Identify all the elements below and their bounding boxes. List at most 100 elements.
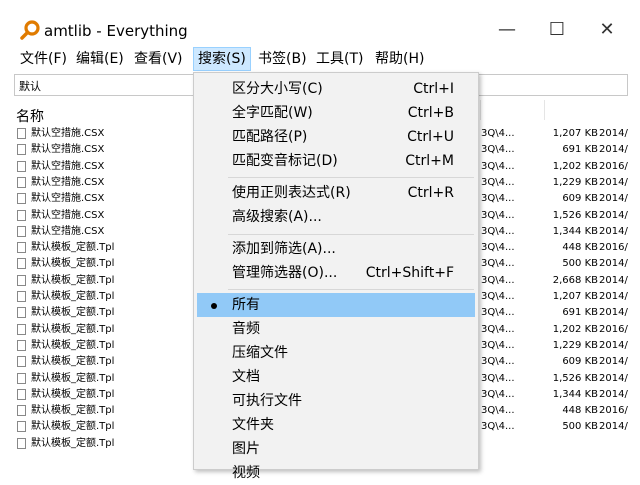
column-header-name[interactable]: 名称 <box>16 106 44 126</box>
file-icon <box>17 421 26 433</box>
menu-item-filter-folder[interactable]: 文件夹 <box>194 413 478 437</box>
file-path: 3Q\4... <box>481 421 515 433</box>
file-date: 2016/ <box>599 405 628 417</box>
file-name: 默认模板_定额.Tpl <box>31 258 115 270</box>
menu-item-filter-compressed[interactable]: 压缩文件 <box>194 341 478 365</box>
file-date: 2014/ <box>599 128 628 139</box>
file-path: 3Q\4... <box>481 128 515 139</box>
file-icon <box>17 356 26 368</box>
file-name: 默认模板_定额.Tpl <box>31 307 115 319</box>
menu-file[interactable]: 文件(F) <box>16 47 71 71</box>
menu-separator <box>228 289 474 290</box>
menu-item-filter-picture[interactable]: 图片 <box>194 437 478 461</box>
file-path: 3Q\4... <box>481 323 515 335</box>
file-date: 2014/ <box>599 307 628 319</box>
file-date: 2014/ <box>599 372 628 384</box>
column-divider[interactable] <box>544 100 545 120</box>
file-date: 2014/ <box>599 388 628 400</box>
file-name: 默认模板_定额.Tpl <box>31 437 115 449</box>
selected-bullet-icon <box>211 303 217 309</box>
menu-view[interactable]: 查看(V) <box>130 47 187 71</box>
file-size: 691 KB <box>562 307 598 319</box>
menu-item-filter-everything[interactable]: 所有 <box>197 293 475 317</box>
menu-item-filter-executable[interactable]: 可执行文件 <box>194 389 478 413</box>
file-path: 3Q\4... <box>481 176 515 188</box>
file-icon <box>17 242 26 254</box>
file-path: 3Q\4... <box>481 388 515 400</box>
file-size: 1,229 KB <box>552 339 598 351</box>
file-path: 3Q\4... <box>481 339 515 351</box>
menu-item-filter-document[interactable]: 文档 <box>194 365 478 389</box>
file-icon <box>17 339 26 351</box>
menu-item-match-case[interactable]: 区分大小写(C) Ctrl+I <box>194 77 478 101</box>
file-date: 2014/ <box>599 356 628 368</box>
menu-item-regex[interactable]: 使用正则表达式(R) Ctrl+R <box>194 181 478 205</box>
file-date: 2014/ <box>599 193 628 205</box>
file-icon <box>17 176 26 188</box>
file-name: 默认模板_定额.Tpl <box>31 242 115 254</box>
file-date: 2014/ <box>599 144 628 156</box>
file-size: 1,207 KB <box>552 128 598 139</box>
minimize-button[interactable]: — <box>487 18 527 42</box>
file-size: 691 KB <box>562 144 598 156</box>
menu-help[interactable]: 帮助(H) <box>371 47 428 71</box>
file-date: 2014/ <box>599 209 628 221</box>
file-size: 1,207 KB <box>552 291 598 302</box>
file-name: 默认模板_定额.Tpl <box>31 274 115 286</box>
file-path: 3Q\4... <box>481 291 515 302</box>
file-name: 默认模板_定额.Tpl <box>31 405 115 417</box>
file-icon <box>17 209 26 221</box>
file-icon <box>17 225 26 237</box>
menu-separator <box>228 234 474 235</box>
file-name: 默认模板_定额.Tpl <box>31 291 115 302</box>
file-icon <box>17 258 26 270</box>
menu-item-add-to-filters[interactable]: 添加到筛选(A)... <box>194 237 478 261</box>
file-icon <box>17 291 26 302</box>
file-size: 1,344 KB <box>552 225 598 237</box>
file-name: 默认模板_定额.Tpl <box>31 372 115 384</box>
file-name: 默认模板_定额.Tpl <box>31 356 115 368</box>
file-icon <box>17 307 26 319</box>
menu-item-organize-filters[interactable]: 管理筛选器(O)... Ctrl+Shift+F <box>194 261 478 285</box>
column-divider[interactable] <box>480 100 481 120</box>
file-date: 2014/ <box>599 225 628 237</box>
file-name: 默认空措施.CSX <box>31 225 105 237</box>
file-date: 2014/ <box>599 274 628 286</box>
menu-bar: 文件(F) 编辑(E) 查看(V) 搜索(S) 书签(B) 工具(T) 帮助(H… <box>0 47 640 71</box>
menu-bookmarks[interactable]: 书签(B) <box>254 47 311 71</box>
file-name: 默认模板_定额.Tpl <box>31 388 115 400</box>
file-name: 默认空措施.CSX <box>31 176 105 188</box>
menu-separator <box>228 177 474 178</box>
file-path: 3Q\4... <box>481 274 515 286</box>
file-path: 3Q\4... <box>481 405 515 417</box>
file-date: 2014/ <box>599 291 628 302</box>
file-name: 默认空措施.CSX <box>31 160 105 172</box>
file-size: 2,668 KB <box>552 274 598 286</box>
menu-item-advanced-search[interactable]: 高级搜索(A)... <box>194 205 478 229</box>
menu-item-match-whole-word[interactable]: 全字匹配(W) Ctrl+B <box>194 101 478 125</box>
menu-edit[interactable]: 编辑(E) <box>72 47 128 71</box>
file-icon <box>17 193 26 205</box>
file-date: 2014/ <box>599 258 628 270</box>
menu-item-match-path[interactable]: 匹配路径(P) Ctrl+U <box>194 125 478 149</box>
file-path: 3Q\4... <box>481 225 515 237</box>
file-path: 3Q\4... <box>481 209 515 221</box>
file-date: 2014/ <box>599 176 628 188</box>
menu-tools[interactable]: 工具(T) <box>312 47 367 71</box>
file-size: 1,526 KB <box>552 372 598 384</box>
menu-item-match-diacritics[interactable]: 匹配变音标记(D) Ctrl+M <box>194 149 478 173</box>
close-button[interactable]: ✕ <box>587 18 627 42</box>
maximize-button[interactable]: ☐ <box>537 18 577 42</box>
menu-item-filter-audio[interactable]: 音频 <box>194 317 478 341</box>
file-date: 2016/ <box>599 323 628 335</box>
file-size: 1,526 KB <box>552 209 598 221</box>
menu-search[interactable]: 搜索(S) <box>193 47 251 71</box>
file-date: 2014/ <box>599 421 628 433</box>
file-size: 609 KB <box>562 193 598 205</box>
file-size: 1,202 KB <box>552 323 598 335</box>
menu-item-filter-video[interactable]: 视频 <box>194 461 478 485</box>
file-size: 500 KB <box>562 258 598 270</box>
file-icon <box>17 388 26 400</box>
file-icon <box>17 323 26 335</box>
file-name: 默认模板_定额.Tpl <box>31 339 115 351</box>
